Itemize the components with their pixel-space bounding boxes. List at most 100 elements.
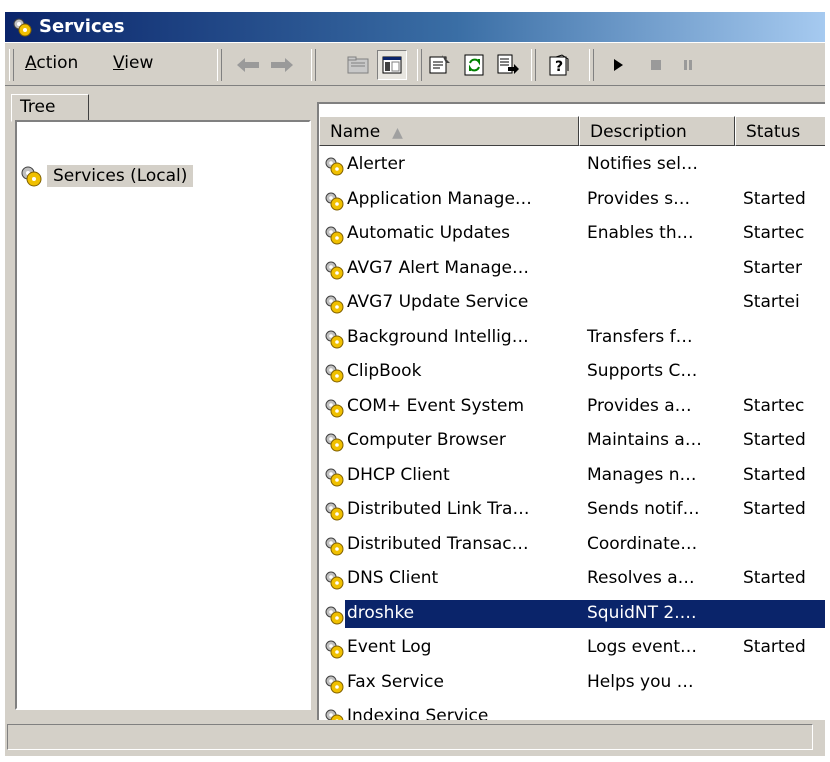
table-row[interactable]: droshke SquidNT 2.…	[319, 597, 825, 631]
table-row[interactable]: Computer Browser Maintains a… Started	[319, 424, 825, 458]
table-row[interactable]: Distributed Link Tra… Sends notif… Started	[319, 493, 825, 527]
cell-description: Maintains a…	[587, 430, 702, 450]
cell-name: COM+ Event System	[347, 395, 525, 416]
cell-name: Distributed Link Tra…	[347, 499, 530, 519]
cell-description: Provides s…	[587, 188, 691, 209]
cell-name: AVG7 Update Service	[347, 292, 529, 312]
toolbar: Action View ?	[5, 42, 825, 86]
toolbar-separator	[531, 49, 536, 81]
tree-node-label: Services (Local)	[47, 165, 194, 187]
refresh-icon	[464, 54, 484, 76]
cell-description: Manages n…	[587, 464, 697, 485]
status-panel	[7, 724, 813, 750]
table-row[interactable]: Application Manage… Provides s… Started	[319, 183, 825, 217]
properties-button[interactable]	[425, 50, 455, 80]
column-header-name[interactable]: Name ▲	[319, 116, 579, 146]
column-header-label: Description	[590, 122, 687, 142]
cell-description: Transfers f…	[587, 326, 693, 347]
menu-view-label: iew	[124, 53, 154, 73]
toolbar-separator	[311, 49, 316, 81]
stop-icon	[651, 60, 661, 70]
table-row[interactable]: AVG7 Update Service Startei	[319, 286, 825, 320]
service-gear-icon	[325, 157, 344, 176]
table-row[interactable]: COM+ Event System Provides a… Startec	[319, 390, 825, 424]
cell-description: Logs event…	[587, 637, 698, 657]
cell-description: Sends notif…	[587, 499, 700, 519]
export-list-button[interactable]	[493, 50, 523, 80]
menu-view[interactable]: View	[113, 53, 153, 73]
cell-description: Supports C…	[587, 361, 698, 381]
window-title: Services	[39, 16, 125, 37]
up-folder-icon	[347, 56, 369, 74]
tree-pane[interactable]: Services (Local)	[15, 120, 311, 710]
cell-status: Started	[743, 568, 806, 588]
service-gear-icon	[325, 399, 344, 417]
refresh-button[interactable]	[459, 50, 489, 80]
column-header-description[interactable]: Description	[579, 116, 735, 146]
menu-action-label: ction	[36, 53, 79, 73]
menu-action-mnemonic: A	[25, 53, 37, 73]
cell-name: droshke	[347, 602, 415, 623]
service-gear-icon	[325, 364, 344, 383]
cell-status: Startei	[743, 292, 800, 312]
cell-name: DNS Client	[347, 568, 439, 588]
stop-service-button[interactable]	[641, 50, 671, 80]
toolbar-grip[interactable]	[217, 49, 222, 81]
cell-status: Started	[743, 430, 806, 450]
cell-description: Resolves a…	[587, 568, 695, 588]
cell-name: AVG7 Alert Manage…	[347, 257, 529, 278]
start-service-button[interactable]	[603, 50, 633, 80]
forward-button[interactable]	[267, 50, 297, 80]
services-gear-icon	[13, 18, 32, 37]
tab-tree[interactable]: Tree	[11, 94, 89, 122]
service-gear-icon	[325, 226, 344, 245]
column-header-label: Name	[330, 122, 381, 142]
start-icon	[614, 59, 623, 71]
toolbar-grip[interactable]	[589, 49, 594, 81]
list-header: Name ▲ Description Status	[319, 116, 825, 146]
service-gear-icon	[325, 606, 344, 624]
service-gear-icon	[325, 675, 344, 693]
cell-description: Provides a…	[587, 395, 692, 416]
service-gear-icon	[325, 192, 344, 210]
tree-tab-strip: Tree	[5, 88, 310, 122]
cell-status: Started	[743, 188, 806, 209]
table-row[interactable]: Background Intellig… Transfers f…	[319, 321, 825, 355]
table-row[interactable]: Automatic Updates Enables th… Startec	[319, 217, 825, 251]
cell-name: Distributed Transac…	[347, 533, 529, 554]
table-row[interactable]: DHCP Client Manages n… Started	[319, 459, 825, 493]
cell-name: ClipBook	[347, 361, 422, 381]
pause-service-button[interactable]	[673, 50, 703, 80]
service-gear-icon	[325, 433, 344, 452]
title-bar[interactable]: Services	[5, 12, 825, 42]
cell-status: Startec	[743, 395, 805, 416]
column-header-status[interactable]: Status	[735, 116, 825, 146]
cell-status: Started	[743, 464, 806, 485]
table-row[interactable]: DNS Client Resolves a… Started	[319, 562, 825, 596]
service-gear-icon	[325, 330, 344, 348]
table-row[interactable]: Event Log Logs event… Started	[319, 631, 825, 665]
cell-status: Starter	[743, 257, 802, 278]
properties-icon	[429, 55, 450, 74]
table-row[interactable]: Fax Service Helps you …	[319, 666, 825, 700]
table-row[interactable]: AVG7 Alert Manage… Starter	[319, 252, 825, 286]
cell-name: Application Manage…	[347, 188, 532, 209]
menu-action[interactable]: Action	[25, 53, 78, 73]
toolbar-grip[interactable]	[9, 49, 14, 81]
tree-node-services-local[interactable]: Services (Local)	[19, 164, 194, 188]
table-row[interactable]: ClipBook Supports C…	[319, 355, 825, 389]
cell-description: Coordinate…	[587, 533, 698, 554]
back-button[interactable]	[233, 50, 263, 80]
service-gear-icon	[325, 468, 344, 486]
services-list[interactable]: Name ▲ Description Status Alerter Notifies…	[317, 102, 825, 756]
table-row[interactable]: Alerter Notifies sel…	[319, 148, 825, 182]
show-hide-tree-button[interactable]	[377, 50, 407, 80]
help-button[interactable]: ?	[545, 50, 575, 80]
cell-status: Started	[743, 637, 806, 657]
up-folder-button[interactable]	[343, 50, 373, 80]
services-window: Services Action View ? Tree Services (Lo…	[5, 12, 825, 756]
table-row[interactable]: Distributed Transac… Coordinate…	[319, 528, 825, 562]
cell-name: DHCP Client	[347, 464, 450, 485]
service-gear-icon	[325, 571, 344, 590]
cell-name: Alerter	[347, 154, 405, 174]
